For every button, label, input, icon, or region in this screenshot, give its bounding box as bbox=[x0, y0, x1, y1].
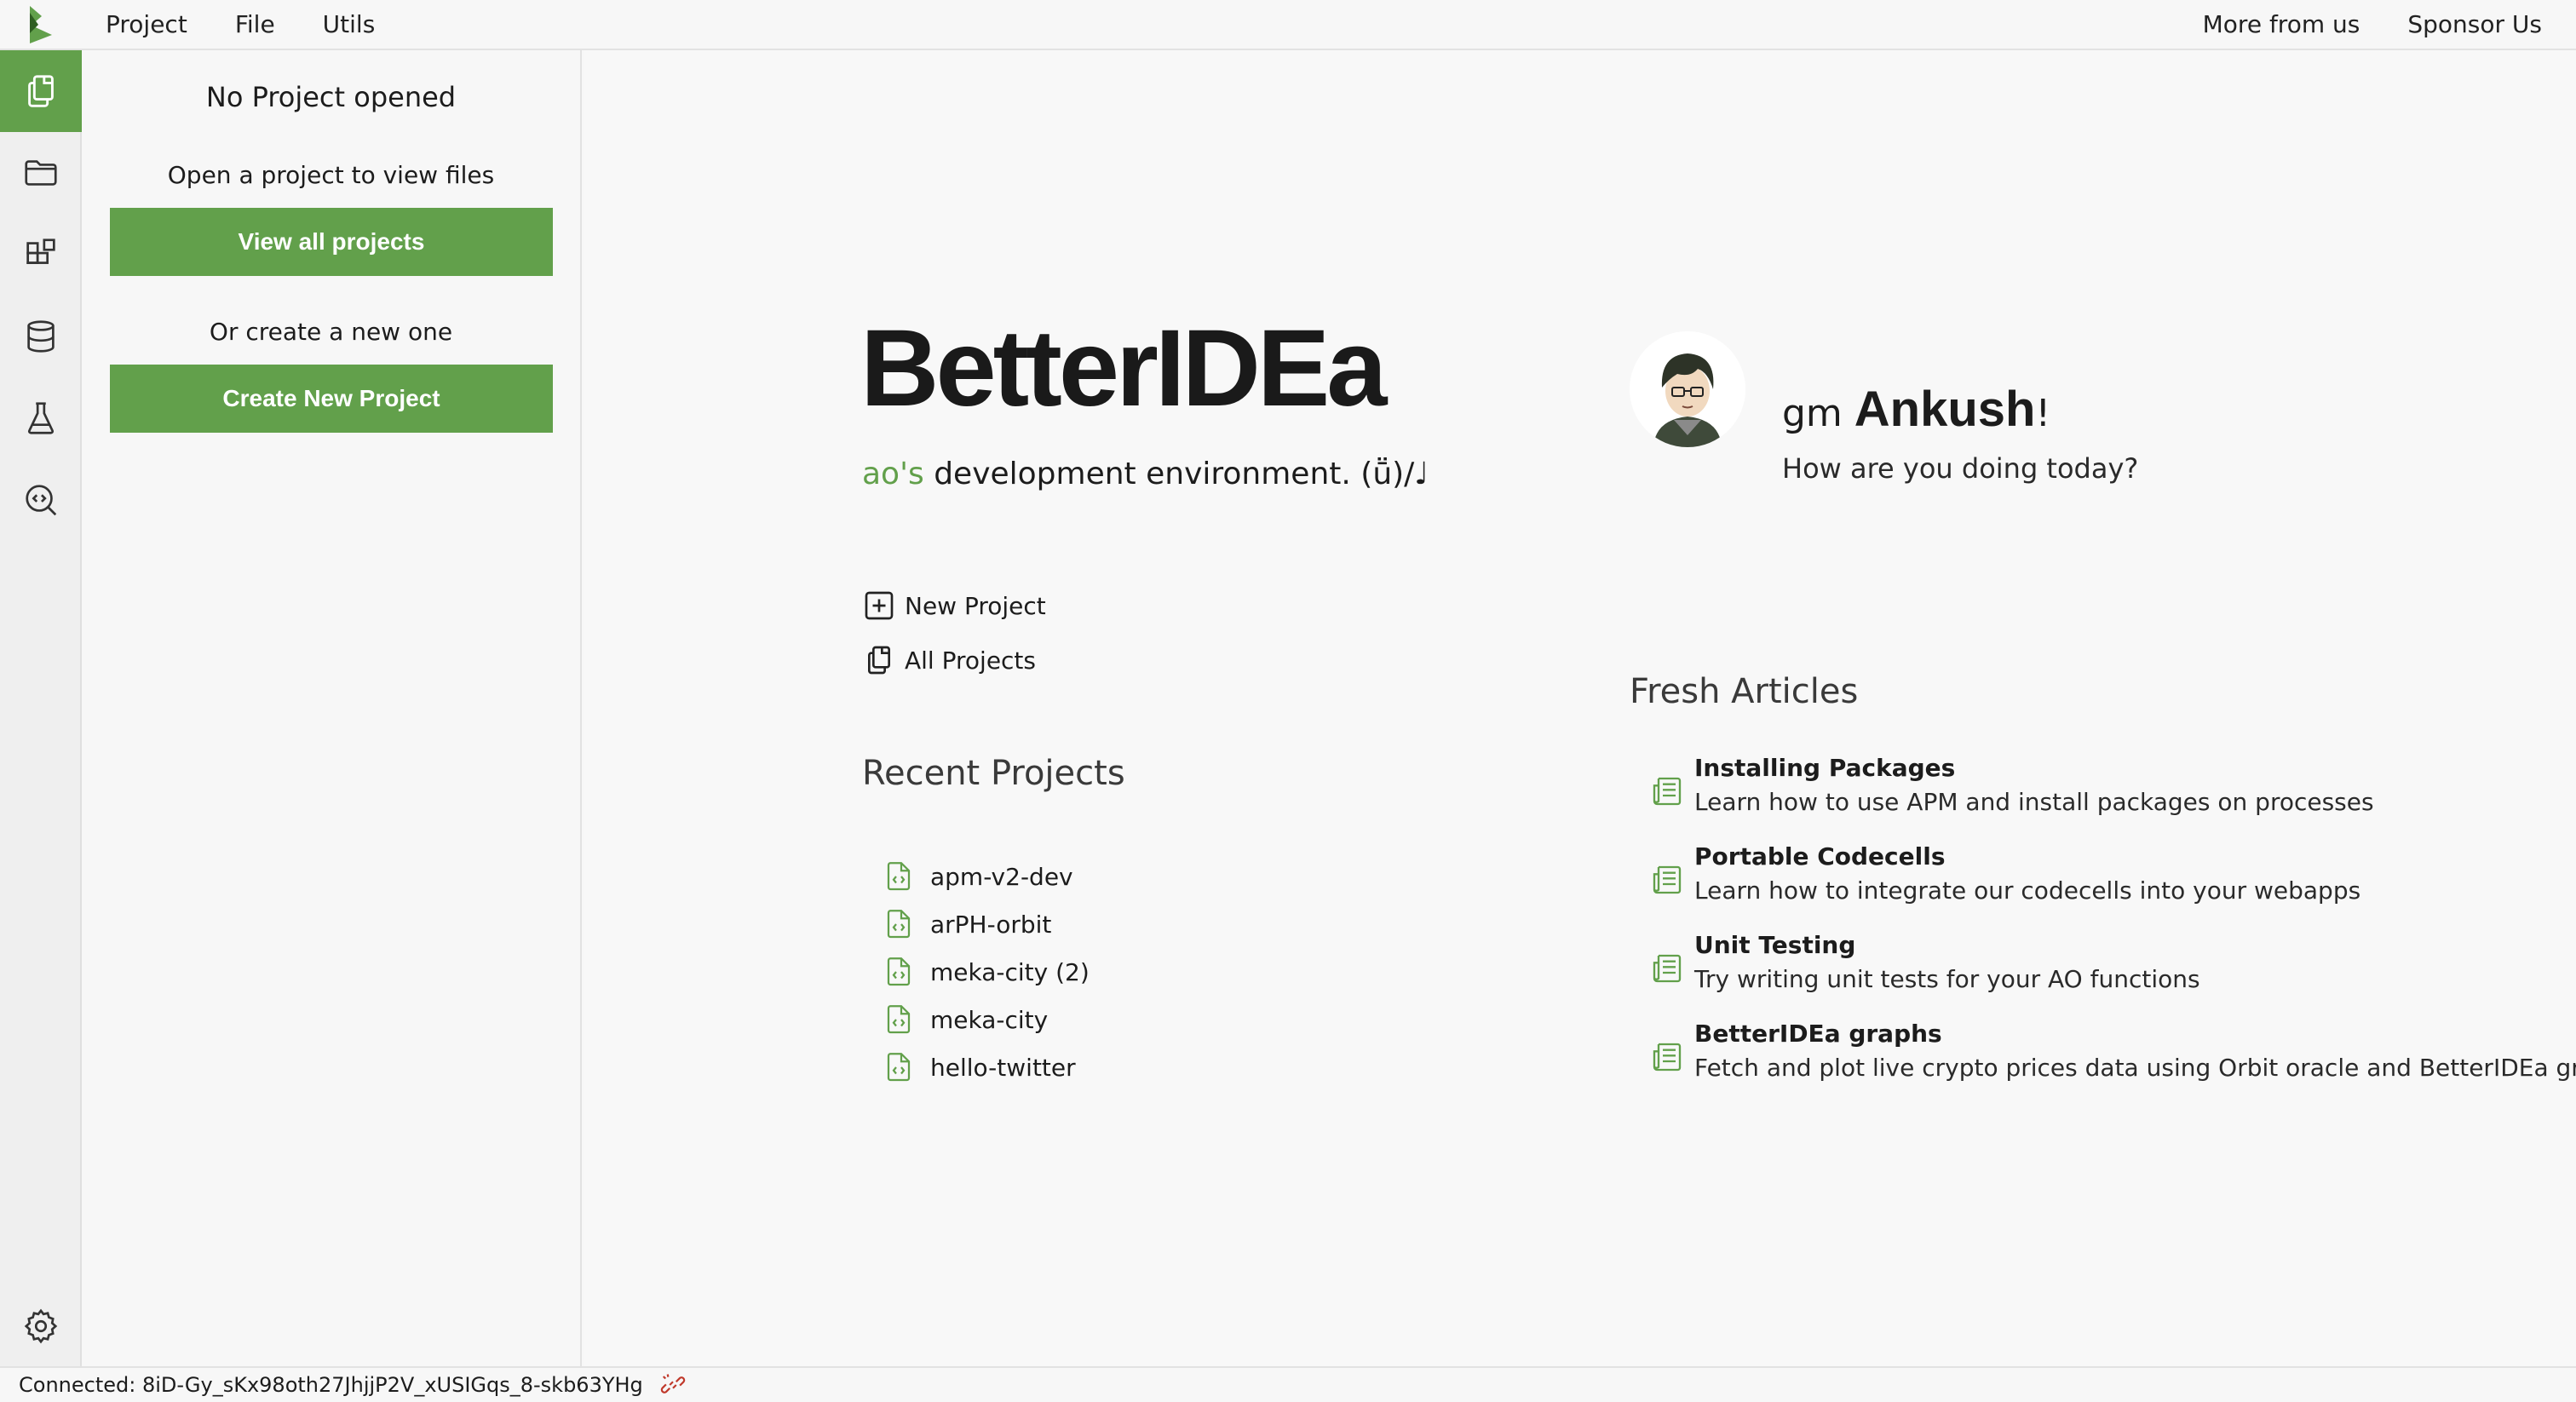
tagline-highlight: ao's bbox=[862, 457, 924, 491]
connection-status[interactable]: Connected: 8iD-Gy_sKx98oth27JhjjP2V_xUSI… bbox=[19, 1373, 643, 1397]
home-page: BetterIDEa ao's development environment.… bbox=[584, 50, 2576, 1366]
article-item[interactable]: Unit Testing Try writing unit tests for … bbox=[1650, 931, 2576, 1003]
greeting-suffix: ! bbox=[2035, 392, 2051, 435]
view-all-projects-button[interactable]: View all projects bbox=[110, 208, 553, 276]
user-name: Ankush bbox=[1854, 382, 2036, 437]
menu-utils[interactable]: Utils bbox=[299, 0, 400, 49]
avatar[interactable] bbox=[1630, 331, 1745, 447]
activity-database[interactable] bbox=[0, 296, 82, 377]
article-item[interactable]: BetterIDEa graphs Fetch and plot live cr… bbox=[1650, 1020, 2576, 1091]
article-title: Portable Codecells bbox=[1694, 842, 1946, 871]
recent-project-item[interactable]: hello-twitter bbox=[884, 1052, 1076, 1083]
article-icon bbox=[1653, 865, 1682, 894]
article-icon bbox=[1653, 954, 1682, 983]
open-project-hint: Open a project to view files bbox=[167, 161, 495, 189]
recent-projects-title: Recent Projects bbox=[862, 754, 1125, 793]
greeting: gm Ankush! bbox=[1782, 381, 2050, 438]
article-description: Learn how to use APM and install package… bbox=[1694, 788, 2374, 816]
all-projects-label: All Projects bbox=[905, 646, 1036, 675]
code-file-icon bbox=[887, 910, 911, 939]
flask-icon bbox=[28, 402, 54, 434]
recent-project-name: meka-city bbox=[930, 1005, 1049, 1034]
no-project-title: No Project opened bbox=[205, 81, 457, 113]
plus-square-icon bbox=[865, 591, 894, 620]
files-icon bbox=[28, 75, 54, 107]
menu-file[interactable]: File bbox=[211, 0, 299, 49]
status-bar: Connected: 8iD-Gy_sKx98oth27JhjjP2V_xUSI… bbox=[0, 1366, 2576, 1402]
more-from-us-link[interactable]: More from us bbox=[2179, 0, 2384, 49]
activity-tests[interactable] bbox=[0, 377, 82, 459]
greeting-subtitle: How are you doing today? bbox=[1782, 452, 2139, 485]
activity-bar bbox=[0, 50, 82, 1366]
code-file-icon bbox=[887, 957, 911, 986]
recent-project-item[interactable]: arPH-orbit bbox=[884, 909, 1051, 939]
code-search-icon bbox=[26, 485, 57, 516]
new-project-link[interactable]: New Project bbox=[862, 589, 1046, 623]
recent-project-name: apm-v2-dev bbox=[930, 862, 1073, 891]
article-icon bbox=[1653, 1043, 1682, 1072]
brand-title: BetterIDEa bbox=[860, 307, 1387, 429]
greeting-prefix: gm bbox=[1782, 392, 1854, 435]
avatar-image bbox=[1630, 331, 1745, 447]
activity-settings[interactable] bbox=[0, 1292, 82, 1360]
article-description: Fetch and plot live crypto prices data u… bbox=[1694, 1054, 2576, 1082]
gear-icon bbox=[24, 1308, 58, 1344]
database-icon bbox=[27, 320, 55, 353]
article-item[interactable]: Installing Packages Learn how to use APM… bbox=[1650, 754, 2576, 825]
files-icon bbox=[868, 646, 890, 675]
fresh-articles-title: Fresh Articles bbox=[1630, 672, 1859, 711]
activity-folder[interactable] bbox=[0, 132, 82, 214]
menu-project[interactable]: Project bbox=[82, 0, 211, 49]
recent-project-name: hello-twitter bbox=[930, 1053, 1076, 1082]
disconnect-link-icon[interactable] bbox=[660, 1372, 686, 1398]
article-title: Unit Testing bbox=[1694, 931, 1856, 959]
article-icon bbox=[1653, 777, 1682, 806]
packages-icon bbox=[26, 238, 55, 264]
betteridea-logo[interactable] bbox=[0, 0, 82, 49]
menu-bar: Project File Utils More from us Sponsor … bbox=[0, 0, 2576, 50]
tagline: ao's development environment. (ṻ)/♩ bbox=[862, 457, 1429, 491]
code-file-icon bbox=[887, 862, 911, 891]
all-projects-link[interactable]: All Projects bbox=[862, 643, 1036, 677]
article-description: Learn how to integrate our codecells int… bbox=[1694, 876, 2361, 905]
recent-project-item[interactable]: apm-v2-dev bbox=[884, 861, 1073, 892]
activity-packages[interactable] bbox=[0, 214, 82, 296]
article-description: Try writing unit tests for your AO funct… bbox=[1694, 965, 2200, 993]
tagline-text: development environment. (ṻ)/♩ bbox=[923, 457, 1429, 491]
side-panel: No Project opened Open a project to view… bbox=[82, 50, 582, 1366]
sponsor-us-link[interactable]: Sponsor Us bbox=[2383, 0, 2566, 49]
recent-project-name: arPH-orbit bbox=[930, 910, 1052, 939]
new-project-label: New Project bbox=[905, 591, 1046, 620]
code-file-icon bbox=[887, 1053, 911, 1082]
recent-project-item[interactable]: meka-city bbox=[884, 1004, 1048, 1035]
recent-project-item[interactable]: meka-city (2) bbox=[884, 957, 1090, 987]
article-title: Installing Packages bbox=[1694, 754, 1956, 782]
logo-icon bbox=[30, 5, 52, 43]
activity-code-search[interactable] bbox=[0, 459, 82, 541]
folder-icon bbox=[25, 160, 57, 186]
code-file-icon bbox=[887, 1005, 911, 1034]
article-title: BetterIDEa graphs bbox=[1694, 1020, 1942, 1048]
create-new-project-button[interactable]: Create New Project bbox=[110, 365, 553, 433]
create-new-hint: Or create a new one bbox=[209, 318, 453, 346]
recent-project-name: meka-city (2) bbox=[930, 957, 1090, 986]
article-item[interactable]: Portable Codecells Learn how to integrat… bbox=[1650, 842, 2576, 914]
activity-files[interactable] bbox=[0, 50, 82, 132]
